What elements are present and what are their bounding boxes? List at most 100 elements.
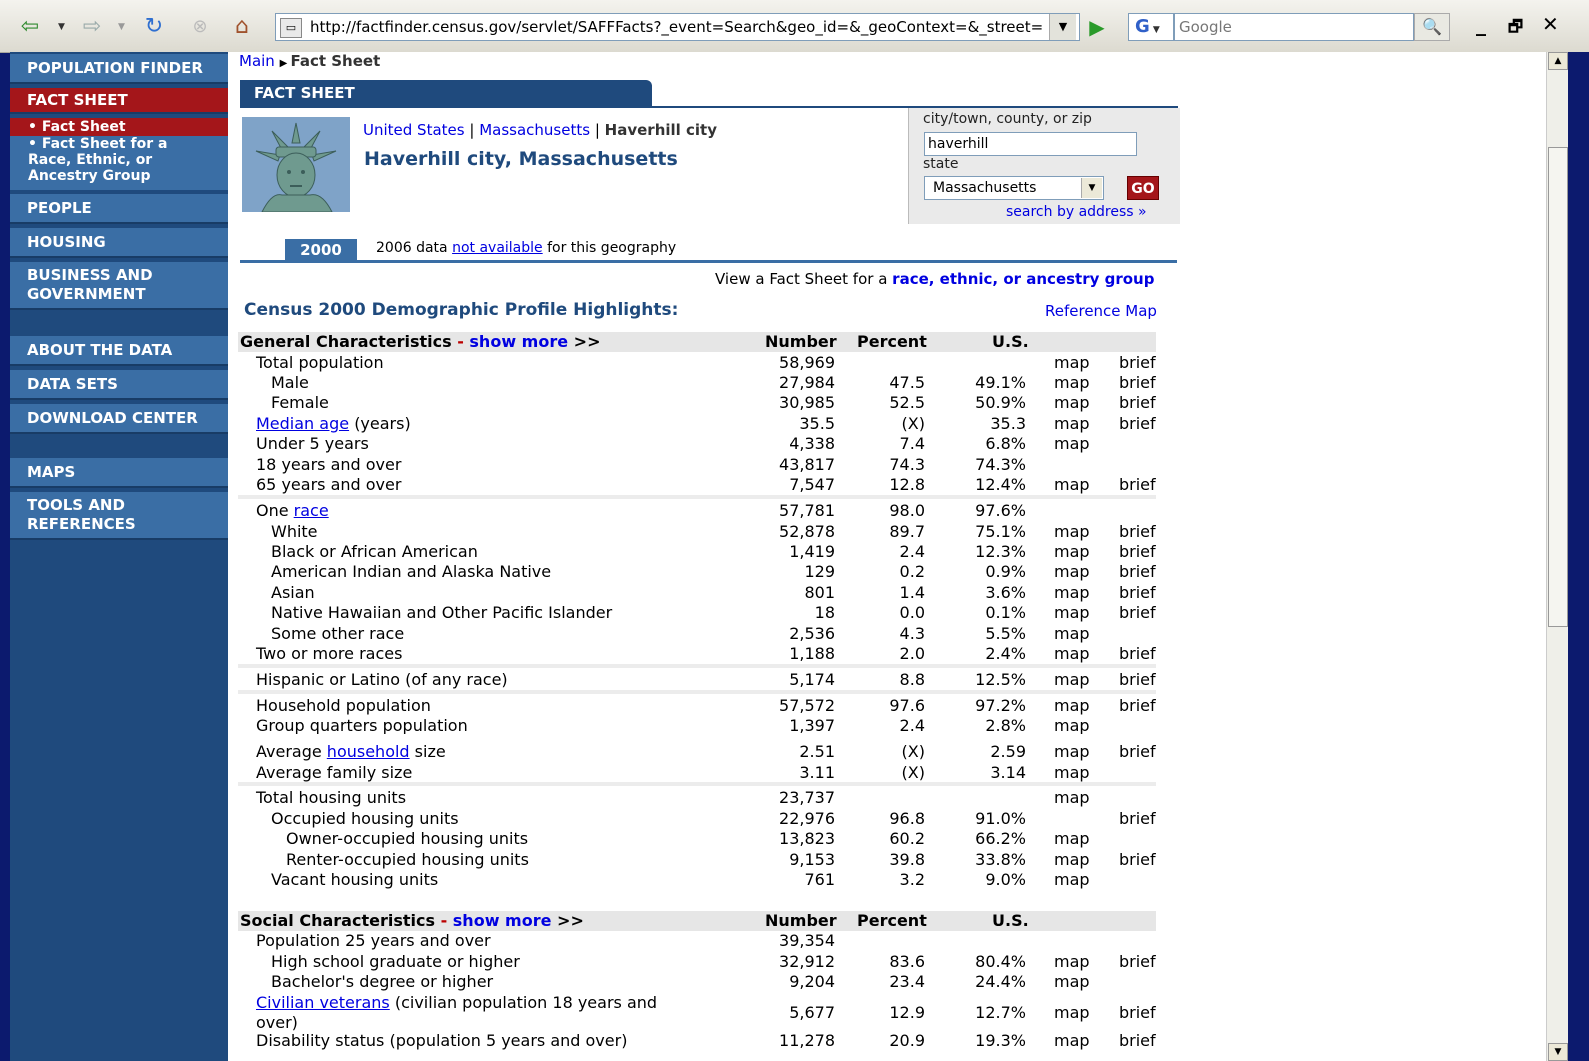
nav-data-sets[interactable]: DATA SETS [10, 370, 228, 400]
back-dropdown-icon[interactable]: ▼ [58, 22, 65, 32]
brief-link[interactable]: brief [1119, 522, 1156, 542]
brief-link[interactable]: brief [1119, 670, 1156, 690]
cell-us: 97.6% [975, 501, 1026, 520]
search-engine-button[interactable]: G ▼ [1128, 13, 1174, 41]
address-bar[interactable]: ▭ http://factfinder.census.gov/servlet/S… [275, 13, 1080, 41]
brief-link[interactable]: brief [1119, 562, 1156, 582]
scroll-down-icon[interactable]: ▼ [1548, 1043, 1568, 1061]
search-icon[interactable]: 🔍 [1414, 13, 1450, 41]
show-more-link[interactable]: show more [453, 911, 552, 930]
nav-tools-references[interactable]: TOOLS AND REFERENCES [10, 492, 228, 540]
map-link[interactable]: map [1054, 1003, 1090, 1023]
search-input[interactable]: Google [1174, 13, 1414, 41]
nav-business-government[interactable]: BUSINESS AND GOVERNMENT [10, 262, 228, 310]
go-arrow-icon[interactable]: ▶ [1085, 15, 1109, 39]
row-label-link[interactable]: household [327, 742, 410, 761]
brief-link[interactable]: brief [1119, 1003, 1156, 1023]
minimize-button[interactable]: _ [1476, 12, 1486, 36]
nav-download-center[interactable]: DOWNLOAD CENTER [10, 404, 228, 434]
map-link[interactable]: map [1054, 742, 1090, 762]
nav-population-finder[interactable]: POPULATION FINDER [10, 54, 228, 84]
map-link[interactable]: map [1054, 434, 1090, 454]
map-link[interactable]: map [1054, 972, 1090, 992]
map-link[interactable]: map [1054, 763, 1090, 783]
restore-button[interactable]: 🗗 [1508, 16, 1523, 43]
nav-people[interactable]: PEOPLE [10, 194, 228, 224]
brief-link[interactable]: brief [1119, 475, 1156, 495]
map-link[interactable]: map [1054, 716, 1090, 736]
map-link[interactable]: map [1054, 522, 1090, 542]
brief-link[interactable]: brief [1119, 603, 1156, 623]
map-link[interactable]: map [1054, 788, 1090, 808]
search-by-address-link[interactable]: search by address » [1006, 204, 1147, 220]
brief-link[interactable]: brief [1119, 809, 1156, 829]
stop-icon[interactable]: ⊗ [186, 12, 214, 40]
brief-link[interactable]: brief [1119, 1031, 1156, 1051]
row-label-link[interactable]: race [294, 501, 329, 520]
brief-link[interactable]: brief [1119, 583, 1156, 603]
address-dropdown-icon[interactable]: ▼ [1049, 14, 1076, 40]
map-link[interactable]: map [1054, 952, 1090, 972]
city-input[interactable]: haverhill [924, 132, 1137, 156]
vertical-scrollbar[interactable]: ▲ ▼ [1546, 52, 1569, 1061]
chevron-down-icon: ▼ [1081, 178, 1102, 198]
map-link[interactable]: map [1054, 870, 1090, 890]
map-link[interactable]: map [1054, 603, 1090, 623]
geo-link-massachusetts[interactable]: Massachusetts [479, 121, 590, 139]
row-label-text: American Indian and Alaska Native [271, 562, 552, 581]
nav-sub-fact-sheet-race[interactable]: • Fact Sheet for a Race, Ethnic, or Ance… [10, 136, 228, 190]
map-link[interactable]: map [1054, 393, 1090, 413]
map-link[interactable]: map [1054, 353, 1090, 373]
brief-link[interactable]: brief [1119, 952, 1156, 972]
geo-link-united-states[interactable]: United States [363, 121, 465, 139]
row-label-link[interactable]: Civilian veterans [256, 993, 390, 1012]
brief-link[interactable]: brief [1119, 353, 1156, 373]
race-group-link[interactable]: race, ethnic, or ancestry group [892, 270, 1154, 288]
not-available-link[interactable]: not available [452, 240, 543, 256]
map-link[interactable]: map [1054, 644, 1090, 664]
map-link[interactable]: map [1054, 475, 1090, 495]
brief-link[interactable]: brief [1119, 696, 1156, 716]
forward-icon[interactable]: ⇨ [78, 12, 106, 40]
brief-link[interactable]: brief [1119, 742, 1156, 762]
brief-link[interactable]: brief [1119, 542, 1156, 562]
home-icon[interactable]: ⌂ [228, 12, 256, 40]
cell-percent: 1.4 [899, 583, 925, 602]
brief-link[interactable]: brief [1119, 393, 1156, 413]
map-link[interactable]: map [1054, 696, 1090, 716]
brief-link[interactable]: brief [1119, 414, 1156, 434]
year-tab-2000[interactable]: 2000 [285, 239, 357, 261]
row-label-text: size [414, 742, 446, 761]
nav-about-the-data[interactable]: ABOUT THE DATA [10, 336, 228, 366]
go-button[interactable]: GO [1127, 176, 1159, 200]
map-link[interactable]: map [1054, 583, 1090, 603]
scroll-thumb[interactable] [1548, 147, 1568, 627]
column-header-us: U.S. [992, 332, 1029, 351]
forward-dropdown-icon[interactable]: ▼ [118, 22, 125, 32]
nav-maps[interactable]: MAPS [10, 458, 228, 488]
nav-housing[interactable]: HOUSING [10, 228, 228, 258]
show-more-link[interactable]: show more [469, 332, 568, 351]
map-link[interactable]: map [1054, 373, 1090, 393]
map-link[interactable]: map [1054, 1031, 1090, 1051]
scroll-up-icon[interactable]: ▲ [1548, 52, 1568, 70]
breadcrumb-main-link[interactable]: Main [239, 52, 275, 70]
refresh-icon[interactable]: ↻ [140, 12, 168, 40]
map-link[interactable]: map [1054, 562, 1090, 582]
close-button[interactable]: ✕ [1542, 12, 1559, 36]
brief-link[interactable]: brief [1119, 850, 1156, 870]
back-icon[interactable]: ⇦ [16, 12, 44, 40]
row-label-link[interactable]: Median age [256, 414, 349, 433]
brief-link[interactable]: brief [1119, 373, 1156, 393]
map-link[interactable]: map [1054, 829, 1090, 849]
nav-sub-fact-sheet[interactable]: • Fact Sheet [10, 118, 228, 136]
map-link[interactable]: map [1054, 414, 1090, 434]
map-link[interactable]: map [1054, 624, 1090, 644]
nav-fact-sheet[interactable]: FACT SHEET [10, 88, 228, 114]
map-link[interactable]: map [1054, 670, 1090, 690]
reference-map-link[interactable]: Reference Map [1045, 302, 1157, 320]
map-link[interactable]: map [1054, 850, 1090, 870]
state-select[interactable]: Massachusetts ▼ [924, 176, 1104, 200]
brief-link[interactable]: brief [1119, 644, 1156, 664]
map-link[interactable]: map [1054, 542, 1090, 562]
